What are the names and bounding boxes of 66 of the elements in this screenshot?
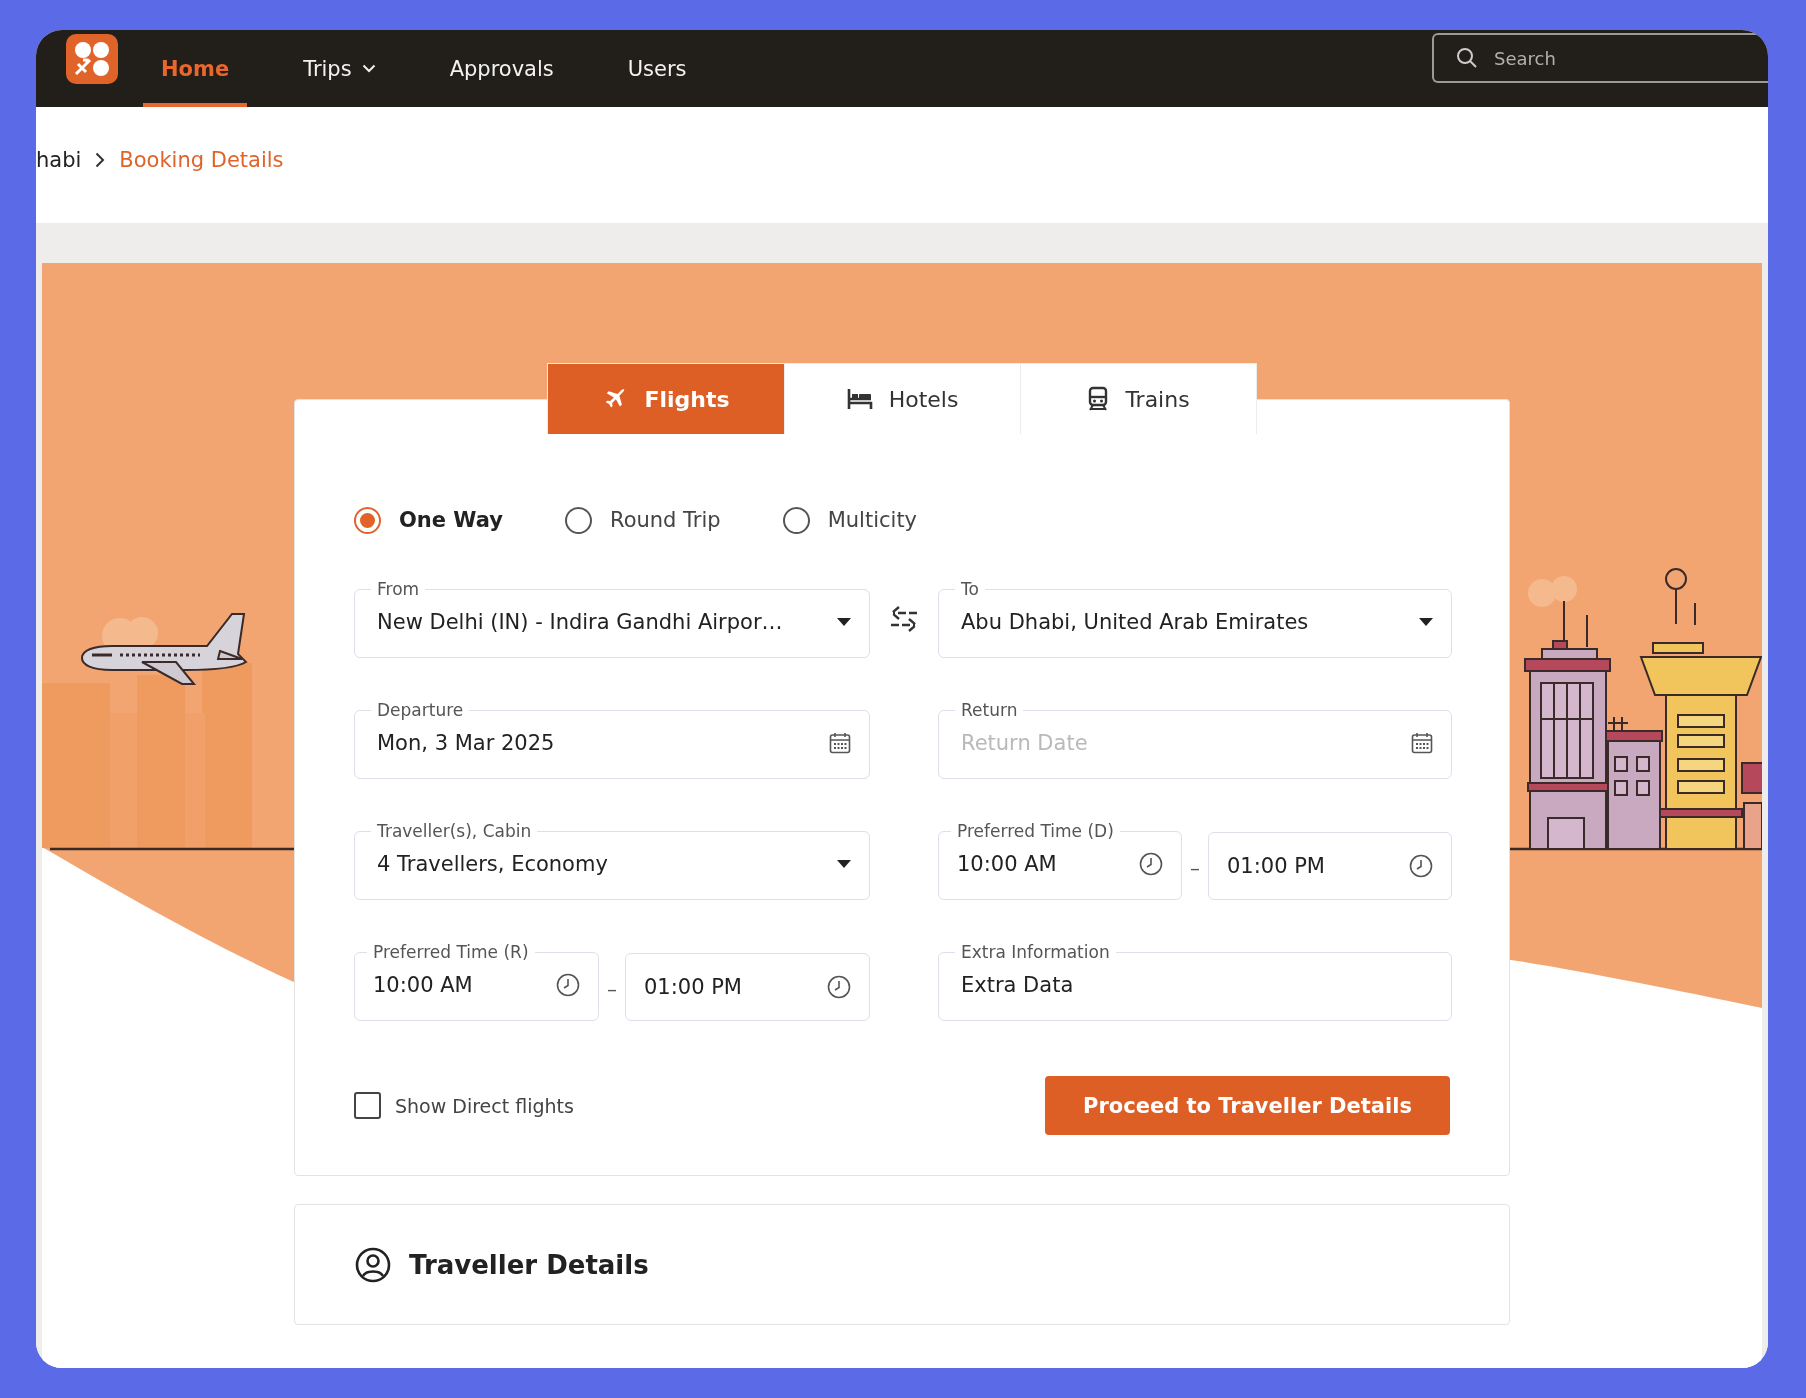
- nav-link[interactable]: Trips: [285, 30, 394, 107]
- field-input[interactable]: Return Date: [961, 731, 1401, 755]
- dropdown-icon: [1419, 618, 1433, 626]
- field-label: Preferred Time (R): [372, 942, 530, 962]
- breadcrumb-current: Booking Details: [119, 148, 284, 172]
- select-field[interactable]: To Abu Dhabi, United Arab Emirates: [938, 579, 1452, 658]
- calendar-icon: [829, 732, 851, 754]
- time-field[interactable]: 01:00 PM: [625, 953, 870, 1021]
- traveller-details-card[interactable]: Traveller Details: [294, 1204, 1510, 1325]
- search-icon: [1456, 47, 1478, 69]
- nav-link[interactable]: Approvals: [431, 30, 572, 107]
- radio-label[interactable]: Round Trip: [610, 508, 721, 532]
- dropdown-icon: [837, 618, 851, 626]
- time-field[interactable]: Preferred Time (R) 10:00 AM: [354, 942, 599, 1021]
- field-input[interactable]: Mon, 3 Mar 2025: [377, 731, 819, 755]
- field-label: Extra Information: [960, 942, 1111, 962]
- field-label: Preferred Time (D): [956, 821, 1115, 841]
- time-field[interactable]: Preferred Time (D) 10:00 AM: [938, 821, 1182, 900]
- field-label: Traveller(s), Cabin: [376, 821, 533, 841]
- search-field[interactable]: Search: [1432, 33, 1768, 83]
- field-input[interactable]: Extra Data: [961, 973, 1433, 997]
- calendar-icon: [1411, 732, 1433, 754]
- radio-button[interactable]: [565, 506, 592, 534]
- checkbox[interactable]: [354, 1092, 381, 1119]
- field-input[interactable]: 01:00 PM: [644, 975, 817, 999]
- field-input[interactable]: Abu Dhabi, United Arab Emirates: [961, 610, 1409, 634]
- search-input[interactable]: Search: [1492, 46, 1742, 70]
- range-separator: –: [1189, 856, 1201, 882]
- field-label: From: [376, 579, 421, 599]
- select-field[interactable]: From New Delhi (IN) - Indira Gandhi Airpor…: [354, 579, 870, 658]
- field-label: Departure: [376, 700, 465, 720]
- clock-icon: [1139, 852, 1163, 876]
- field-input[interactable]: 10:00 AM: [373, 973, 546, 997]
- clock-icon: [556, 973, 580, 997]
- text-field[interactable]: Extra Information Extra Data: [938, 942, 1452, 1021]
- field-label: Return: [960, 700, 1019, 720]
- time-field[interactable]: 01:00 PM: [1208, 832, 1452, 900]
- section-title: Traveller Details: [409, 1249, 649, 1280]
- field-input[interactable]: 10:00 AM: [957, 852, 1129, 876]
- range-separator: –: [606, 977, 618, 1003]
- select-field[interactable]: Traveller(s), Cabin 4 Travellers, Economy: [354, 821, 870, 900]
- radio-label[interactable]: One Way: [399, 508, 503, 532]
- radio-button[interactable]: [354, 506, 381, 534]
- user-circle-icon: [355, 1246, 391, 1283]
- proceed-button[interactable]: Proceed to Traveller Details: [1045, 1076, 1450, 1135]
- field-input[interactable]: 4 Travellers, Economy: [377, 852, 827, 876]
- field-input[interactable]: 01:00 PM: [1227, 854, 1399, 878]
- date-field[interactable]: Return Return Date: [938, 700, 1452, 779]
- clock-icon: [1409, 854, 1433, 878]
- checkbox-label[interactable]: Show Direct flights: [395, 1094, 574, 1117]
- chevron-right-icon: [95, 152, 106, 168]
- field-label: To: [960, 579, 980, 599]
- swap-icon[interactable]: [889, 605, 919, 632]
- dropdown-icon: [837, 860, 851, 868]
- radio-button[interactable]: [782, 506, 810, 534]
- nav-link[interactable]: Users: [609, 30, 705, 107]
- date-field[interactable]: Departure Mon, 3 Mar 2025: [354, 700, 870, 779]
- field-input[interactable]: New Delhi (IN) - Indira Gandhi Airpor…: [377, 610, 827, 634]
- radio-label[interactable]: Multicity: [827, 508, 918, 532]
- clock-icon: [827, 975, 851, 999]
- tab[interactable]: Flights: [548, 364, 784, 434]
- bed-icon: [846, 388, 873, 410]
- train-icon: [1087, 386, 1110, 412]
- breadcrumb-link[interactable]: habi: [36, 148, 82, 172]
- logo-icon: [66, 34, 118, 84]
- nav-link[interactable]: Home: [143, 30, 248, 107]
